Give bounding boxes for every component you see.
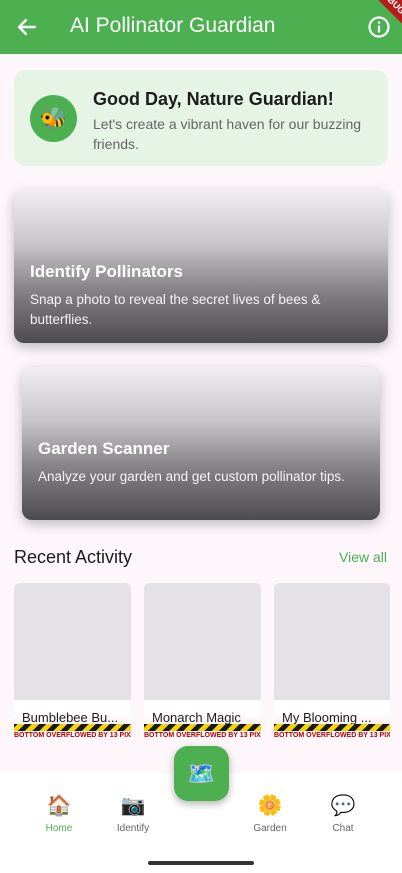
home-indicator [148, 861, 254, 865]
nav-label: Home [45, 823, 73, 834]
overflow-warning-text: BOTTOM OVERFLOWED BY 13 PIXELS [144, 732, 261, 739]
feature-title: Garden Scanner [38, 439, 170, 458]
chat-icon: 💬 [330, 795, 356, 817]
feature-subtitle: Analyze your garden and get custom polli… [38, 469, 345, 484]
garden-scanner-card[interactable]: Garden Scanner Analyze your garden and g… [22, 367, 380, 520]
activity-image [14, 583, 131, 700]
activity-title: My Blooming ... [282, 710, 372, 725]
nav-home[interactable]: 🏠 Home [29, 793, 89, 834]
activity-image [274, 583, 390, 700]
bee-icon: 🐝 [30, 95, 77, 142]
overflow-warning-stripe [274, 724, 390, 731]
overflow-warning-stripe [144, 724, 261, 731]
nav-chat[interactable]: 💬 Chat [313, 793, 373, 834]
feature-subtitle: Snap a photo to reveal the secret lives … [30, 292, 321, 327]
activity-title: Bumblebee Bu... [22, 710, 119, 725]
welcome-card: 🐝 Good Day, Nature Guardian! Let's creat… [14, 70, 388, 166]
overflow-warning-text: BOTTOM OVERFLOWED BY 13 PIXELS [14, 732, 131, 739]
welcome-subtitle: Let's create a vibrant haven for our buz… [93, 116, 362, 152]
camera-icon: 📷 [120, 795, 146, 817]
recent-activity-title: Recent Activity [14, 547, 133, 567]
map-fab-button[interactable]: 🗺️ [174, 746, 229, 801]
view-all-link[interactable]: View all [339, 549, 387, 565]
arrow-left-icon[interactable] [12, 12, 42, 42]
nav-label: Garden [253, 823, 287, 834]
nav-garden[interactable]: 🌼 Garden [240, 793, 300, 834]
home-icon: 🏠 [46, 795, 72, 817]
identify-pollinators-card[interactable]: Identify Pollinators Snap a photo to rev… [14, 190, 388, 343]
app-title: AI Pollinator Guardian [70, 14, 276, 37]
overflow-warning-text: BOTTOM OVERFLOWED BY 13 PIXELS [274, 732, 390, 739]
flower-icon: 🌼 [257, 795, 283, 817]
activity-card[interactable]: Bumblebee Bu... BOTTOM OVERFLOWED BY 13 … [14, 583, 131, 739]
info-icon[interactable] [367, 15, 391, 39]
app-bar: AI Pollinator Guardian DEBUG [0, 0, 402, 54]
nav-label: Chat [332, 823, 354, 834]
overflow-warning-stripe [14, 724, 131, 731]
activity-title: Monarch Magic [152, 710, 241, 725]
activity-card[interactable]: My Blooming ... BOTTOM OVERFLOWED BY 13 … [274, 583, 390, 739]
feature-title: Identify Pollinators [30, 262, 184, 281]
welcome-title: Good Day, Nature Guardian! [93, 89, 334, 109]
activity-card[interactable]: Monarch Magic BOTTOM OVERFLOWED BY 13 PI… [144, 583, 261, 739]
map-icon: 🗺️ [187, 760, 216, 786]
nav-label: Identify [116, 823, 150, 834]
activity-image [144, 583, 261, 700]
nav-identify[interactable]: 📷 Identify [103, 793, 163, 834]
